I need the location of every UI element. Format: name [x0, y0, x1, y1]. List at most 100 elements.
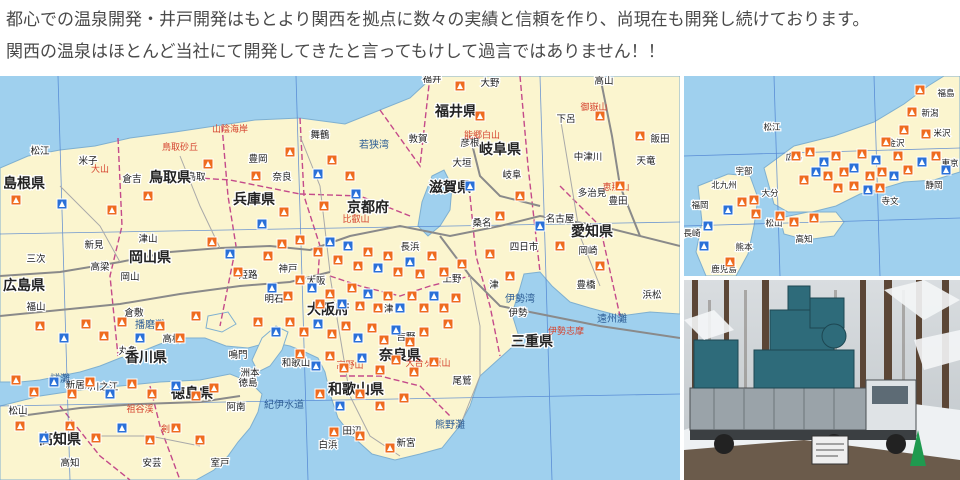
hot-spring-marker: [14, 420, 26, 432]
city-label: 敦賀: [408, 133, 427, 145]
city-label: 大野: [480, 77, 500, 89]
hot-spring-marker: [408, 366, 420, 378]
hot-spring-marker: [208, 382, 220, 394]
well-marker: [350, 188, 362, 200]
hot-spring-marker: [856, 148, 868, 160]
city-label: 名古屋: [546, 213, 575, 225]
hot-spring-marker: [344, 170, 356, 182]
well-marker: [312, 168, 324, 180]
hot-spring-marker: [106, 204, 118, 216]
hot-spring-marker: [34, 320, 46, 332]
hot-spring-marker: [382, 250, 394, 262]
well-marker: [818, 156, 830, 168]
hot-spring-marker: [454, 80, 466, 92]
hot-spring-marker: [346, 282, 358, 294]
hot-spring-marker: [808, 212, 820, 224]
hot-spring-marker: [898, 124, 910, 136]
japan-overview-map: 松江北九州福岡熊本大分長崎鹿児島新潟金沢静岡福島高知宇部広島松山寺文東京米沢: [684, 76, 960, 276]
landmark-label: 能郷白山: [464, 129, 500, 141]
prefecture-label: 京都府: [347, 199, 389, 216]
hot-spring-marker: [80, 318, 92, 330]
well-marker: [356, 352, 368, 364]
city-label: 舞鶴: [310, 129, 330, 141]
city-label: 岡崎: [578, 245, 598, 257]
well-marker: [390, 324, 402, 336]
hot-spring-marker: [848, 180, 860, 192]
well-marker: [916, 156, 928, 168]
hot-spring-marker: [10, 374, 22, 386]
city-label: 阿南: [226, 401, 245, 413]
city-label: 安芸: [142, 457, 161, 469]
well-marker: [372, 262, 384, 274]
hot-spring-marker: [428, 356, 440, 368]
well-marker: [464, 180, 476, 192]
japan-city-label: 北九州: [711, 181, 737, 191]
hot-spring-marker: [838, 166, 850, 178]
city-label: 長浜: [400, 242, 420, 253]
hot-spring-marker: [326, 328, 338, 340]
intro-line-1: 都心での温泉開発・井戸開発はもとより関西を拠点に数々の実績と信頼を作り、尚現在も…: [6, 10, 870, 30]
truck-wheel: [714, 434, 734, 454]
well-marker: [870, 154, 882, 166]
kansai-map: 松江 米子 倉吉 鳥取 豊岡 舞鶴 福井 大野 敦賀 岐阜 下呂 高山 中津川 多治見 名古屋 豊田 岡崎 豊橋浜…: [0, 76, 680, 480]
hot-spring-marker: [504, 270, 516, 282]
prefecture-label: 兵庫県: [233, 191, 275, 208]
prefecture-label: 愛知県: [571, 223, 613, 240]
hot-spring-marker: [90, 432, 102, 444]
landmark-label: 山陰海岸: [212, 123, 248, 135]
city-label: 津山: [138, 234, 157, 245]
hot-spring-marker: [170, 422, 182, 434]
hot-spring-marker: [232, 266, 244, 278]
well-marker: [334, 400, 346, 412]
well-marker: [336, 298, 348, 310]
hot-spring-marker: [354, 300, 366, 312]
hot-spring-marker: [724, 256, 736, 268]
prefecture-label: 香川県: [124, 349, 167, 366]
hot-spring-marker: [146, 388, 158, 400]
well-marker: [116, 422, 128, 434]
hot-spring-marker: [594, 260, 606, 272]
hot-spring-marker: [298, 326, 310, 338]
sea-label: 紀伊水道: [264, 398, 304, 411]
city-label: 伊勢: [508, 307, 528, 319]
city-label: 豊橋: [576, 279, 596, 291]
well-marker: [404, 256, 416, 268]
hot-spring-marker: [902, 164, 914, 176]
hot-spring-marker: [374, 400, 386, 412]
hot-spring-marker: [202, 158, 214, 170]
hot-spring-marker: [366, 322, 378, 334]
city-label: 高梁: [90, 261, 110, 273]
hot-spring-marker: [474, 110, 486, 122]
hot-spring-marker: [338, 362, 350, 374]
truck-bed: [689, 387, 867, 431]
well-marker: [170, 380, 182, 392]
well-marker: [362, 288, 374, 300]
well-marker: [48, 376, 60, 388]
hot-spring-marker: [378, 334, 390, 346]
japan-city-label: 静岡: [925, 180, 942, 191]
hot-spring-marker: [206, 236, 218, 248]
japan-city-label: 高知: [795, 234, 812, 245]
drilling-rig-illustration: [684, 280, 960, 480]
hot-spring-marker: [456, 258, 468, 270]
well-marker: [312, 318, 324, 330]
hot-spring-marker: [374, 364, 386, 376]
hot-spring-marker: [790, 150, 802, 162]
hot-spring-marker: [914, 84, 926, 96]
hot-spring-marker: [284, 316, 296, 328]
hot-spring-marker: [614, 180, 626, 192]
hot-spring-marker: [774, 210, 786, 222]
well-marker: [428, 290, 440, 302]
hot-spring-marker: [426, 250, 438, 262]
hot-spring-marker: [384, 442, 396, 454]
well-marker: [534, 220, 546, 232]
city-label: 白浜: [318, 439, 338, 451]
landmark-label: 鳥取砂丘: [162, 141, 198, 153]
landmark-label: 比叡山: [342, 213, 369, 225]
japan-city-label: 福岡: [691, 200, 708, 211]
japan-city-label: 熊本: [735, 242, 753, 253]
hot-spring-marker: [830, 150, 842, 162]
city-label: 下呂: [556, 114, 575, 125]
hot-spring-marker: [876, 166, 888, 178]
hot-spring-marker: [874, 182, 886, 194]
